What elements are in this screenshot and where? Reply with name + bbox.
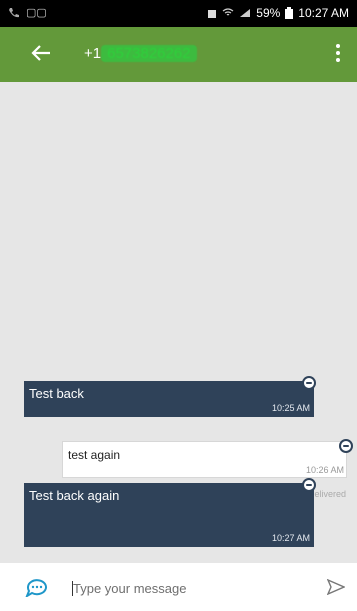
sms-icon: [302, 376, 316, 390]
message-time: 10:26 AM: [305, 465, 344, 475]
sms-icon: [339, 439, 353, 453]
menu-dot-icon: [336, 51, 340, 55]
chat-bubble-icon[interactable]: [25, 577, 49, 597]
contact-title[interactable]: +1 6573826262: [84, 45, 197, 62]
message-input[interactable]: [73, 577, 303, 599]
battery-percent: 59%: [256, 6, 281, 20]
sms-icon: [302, 478, 316, 492]
send-icon[interactable]: [327, 579, 345, 595]
status-right: 59% 10:27 AM: [207, 6, 349, 20]
status-bar: ▢▢ 59% 10:27 AM: [0, 0, 357, 27]
message-time: 10:27 AM: [271, 533, 310, 543]
battery-icon: [285, 7, 294, 19]
outgoing-message[interactable]: test again 10:26 AM: [62, 441, 347, 478]
app-toolbar: +1 6573826262: [0, 27, 357, 82]
status-left: ▢▢: [8, 6, 47, 19]
overflow-menu-button[interactable]: [333, 41, 343, 67]
contact-obscured: 6573826262: [101, 45, 197, 62]
phone-icon: [9, 7, 19, 17]
menu-dot-icon: [336, 44, 340, 48]
chat-thread[interactable]: Test back 10:25 AM test again 10:26 AM D…: [0, 82, 357, 563]
clock: 10:27 AM: [298, 6, 349, 20]
message-text: test again: [68, 448, 121, 462]
menu-dot-icon: [336, 58, 340, 62]
notification-icons: ▢▢: [26, 7, 47, 19]
message-text: Test back: [29, 386, 84, 401]
incoming-message[interactable]: Test back again 10:27 AM: [24, 483, 314, 547]
back-button[interactable]: [30, 42, 56, 68]
message-time: 10:25 AM: [271, 403, 310, 413]
contact-prefix: +1: [84, 45, 102, 62]
signal-icon: [240, 9, 251, 17]
message-composer: [0, 563, 357, 611]
incoming-message[interactable]: Test back 10:25 AM: [24, 381, 314, 417]
arrow-left-icon: [31, 45, 50, 61]
silent-icon: [208, 9, 217, 18]
wifi-icon: [222, 8, 234, 16]
message-text: Test back again: [29, 488, 120, 503]
